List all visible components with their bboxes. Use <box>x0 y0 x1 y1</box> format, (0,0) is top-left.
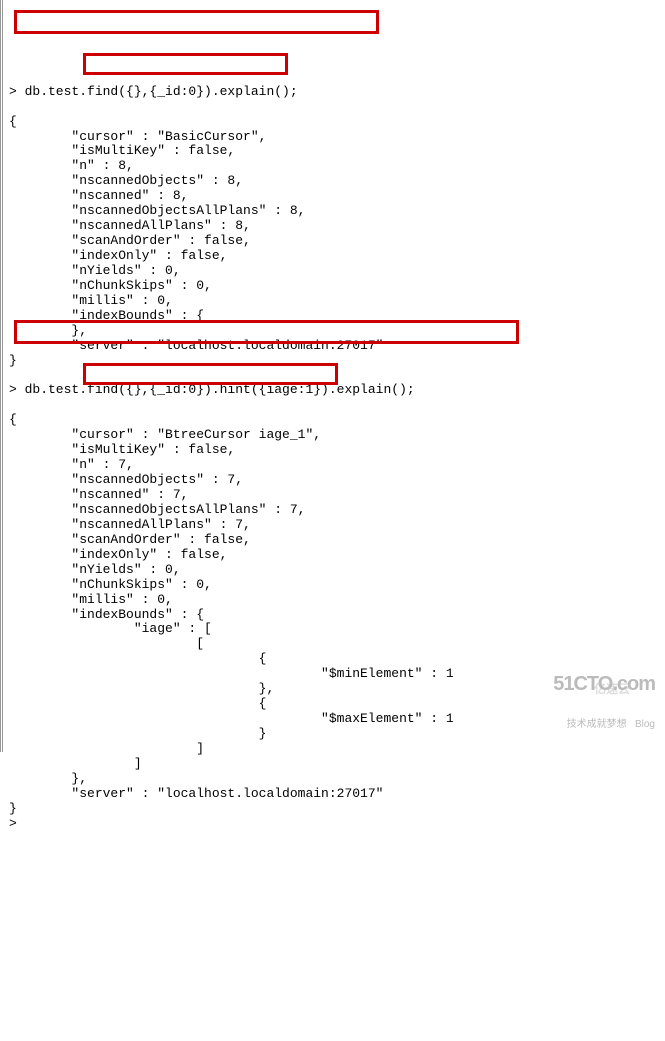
code-line: } <box>9 802 665 817</box>
code-line: "millis" : 0, <box>9 593 665 608</box>
code-line: "indexOnly" : false, <box>9 548 665 563</box>
code-line: "nChunkSkips" : 0, <box>9 578 665 593</box>
code-line: { <box>9 413 665 428</box>
code-line: "nYields" : 0, <box>9 264 665 279</box>
command-line-2: > db.test.find({},{_id:0}).hint({iage:1}… <box>9 383 665 398</box>
code-line: "nscannedObjects" : 7, <box>9 473 665 488</box>
code-line: "cursor" : "BasicCursor", <box>9 130 665 145</box>
code-line: "n" : 8, <box>9 159 665 174</box>
output-1: { "cursor" : "BasicCursor", "isMultiKey"… <box>9 115 665 369</box>
command-line-1: > db.test.find({},{_id:0}).explain(); <box>9 85 665 100</box>
code-line: "iage" : [ <box>9 622 665 637</box>
code-line: "nscannedObjects" : 8, <box>9 174 665 189</box>
code-line: "nscannedAllPlans" : 8, <box>9 219 665 234</box>
code-line: "cursor" : "BtreeCursor iage_1", <box>9 428 665 443</box>
code-line: "indexBounds" : { <box>9 309 665 324</box>
code-line: { <box>9 115 665 130</box>
code-line: "indexBounds" : { <box>9 608 665 623</box>
code-line: "n" : 7, <box>9 458 665 473</box>
watermark-big: 51CTO.com <box>553 673 655 695</box>
code-line: "millis" : 0, <box>9 294 665 309</box>
code-line: "nscanned" : 7, <box>9 488 665 503</box>
code-line: "nscannedObjectsAllPlans" : 7, <box>9 503 665 518</box>
watermark-primary: 51CTO.com 技术成就梦想 Blog <box>553 649 655 742</box>
code-line: "nChunkSkips" : 0, <box>9 279 665 294</box>
code-line: } <box>9 354 665 369</box>
code-line: ] <box>9 742 665 757</box>
output-2: { "cursor" : "BtreeCursor iage_1", "isMu… <box>9 413 665 831</box>
code-line: "server" : "localhost.localdomain:27017" <box>9 339 665 354</box>
code-line: > <box>9 817 665 832</box>
code-line: }, <box>9 772 665 787</box>
watermark-sub: 技术成就梦想 Blog <box>553 719 655 730</box>
highlight-box-cmd1 <box>14 10 379 34</box>
code-line: "isMultiKey" : false, <box>9 443 665 458</box>
code-line: }, <box>9 324 665 339</box>
code-line: "scanAndOrder" : false, <box>9 234 665 249</box>
code-line: "nYields" : 0, <box>9 563 665 578</box>
code-line: "indexOnly" : false, <box>9 249 665 264</box>
code-line: "isMultiKey" : false, <box>9 144 665 159</box>
code-line: "server" : "localhost.localdomain:27017" <box>9 787 665 802</box>
code-line: "nscannedObjectsAllPlans" : 8, <box>9 204 665 219</box>
code-line: "nscanned" : 8, <box>9 189 665 204</box>
code-line: ] <box>9 757 665 772</box>
code-line: "nscannedAllPlans" : 7, <box>9 518 665 533</box>
code-line: "scanAndOrder" : false, <box>9 533 665 548</box>
